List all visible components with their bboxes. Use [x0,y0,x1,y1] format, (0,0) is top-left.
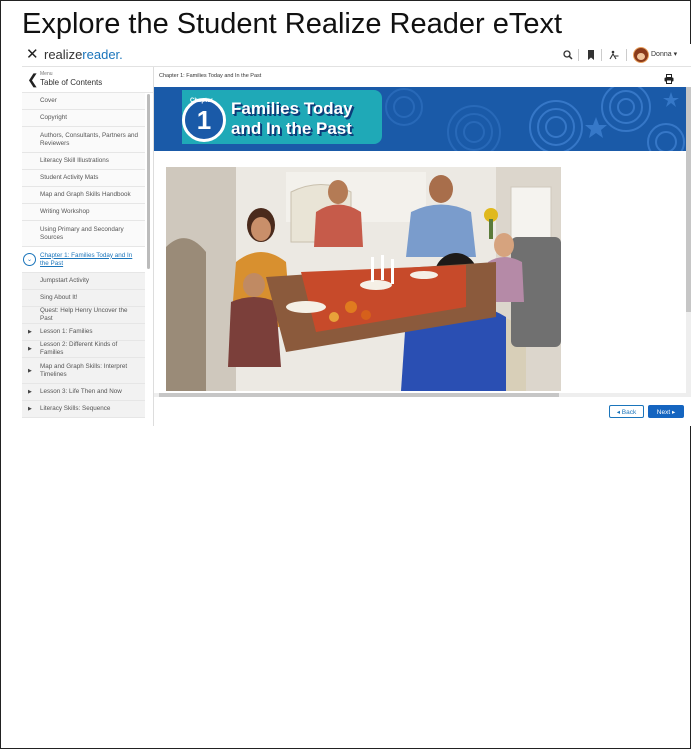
toc-item-label: Writing Workshop [40,208,90,215]
toc-item-label: Copyright [40,114,67,121]
toc-item-label: Cover [40,97,57,104]
menu-label: Menu [40,71,53,77]
toc-item-sing-about-it[interactable]: Sing About It! [22,290,145,307]
toc-item-label: Student Activity Mats [40,174,99,181]
etext-content: Chapter 1: Families Today and In the Pas… [154,67,691,426]
toc-item-label: Map and Graph Skills Handbook [40,191,131,198]
toc-item-label: Map and Graph Skills: Interpret Timeline… [40,362,128,378]
chapter-title: Families Today and In the Past [231,99,353,139]
chapter-title-line-2: and In the Past [231,119,352,138]
user-menu[interactable]: Donna ▾ [651,50,677,58]
toc-header: ❮ Menu Table of Contents [22,67,153,93]
toc-item-lesson-1[interactable]: ▶ Lesson 1: Families [22,324,145,341]
toc-item-map-graph-timelines[interactable]: ▶ Map and Graph Skills: Interpret Timelin… [22,358,145,384]
close-icon[interactable]: ✕ [26,45,39,65]
toc-item-label: Using Primary and Secondary Sources [40,225,124,241]
toc-item-label: Lesson 3: Life Then and Now [40,388,122,395]
vertical-scrollbar[interactable] [686,87,691,397]
toc-item-lesson-2[interactable]: ▶ Lesson 2: Different Kinds of Families [22,341,145,358]
toc-sidebar: ❮ Menu Table of Contents Cover Copyright… [22,67,154,426]
toc-item-map-graph-handbook[interactable]: Map and Graph Skills Handbook [22,187,145,204]
expand-triangle-icon[interactable]: ▶ [28,388,32,396]
horizontal-scroll-thumb[interactable] [159,393,559,397]
toc-item-chapter-1[interactable]: ⌄ Chapter 1: Families Today and In the P… [22,247,145,273]
toc-item-label: Authors, Consultants, Partners and Revie… [40,131,139,147]
horizontal-scrollbar[interactable] [154,393,686,397]
toc-item-label: Jumpstart Activity [40,277,89,284]
toolbar-divider [601,49,602,61]
toc-item-lesson-3[interactable]: ▶ Lesson 3: Life Then and Now [22,384,145,401]
slide-title: Explore the Student Realize Reader eText [22,8,563,40]
breadcrumb: Chapter 1: Families Today and In the Pas… [159,73,262,79]
sidebar-scrollbar[interactable] [147,94,150,269]
collapse-chevron-icon[interactable]: ⌄ [23,253,36,266]
expand-triangle-icon[interactable]: ▶ [28,328,32,336]
search-icon[interactable] [560,47,576,63]
accessibility-icon[interactable] [606,47,622,63]
toc-item-authors[interactable]: Authors, Consultants, Partners and Revie… [22,127,145,153]
logo-prefix: realize [44,47,83,62]
next-button[interactable]: Next ▸ [648,405,684,418]
family-dinner-photo [166,167,561,391]
top-bar: ✕ realizereader. Donna ▾ [22,44,691,67]
chapter-title-line-1: Families Today [231,99,353,118]
bookmark-icon[interactable] [583,47,599,63]
expand-triangle-icon[interactable]: ▶ [28,405,32,413]
expand-triangle-icon[interactable]: ▶ [28,345,32,353]
chapter-banner: Chapter 1 Families Today and In the Past [154,87,686,151]
toc-item-copyright[interactable]: Copyright [22,110,145,127]
toc-item-label: Literacy Skill Illustrations [40,157,109,164]
expand-triangle-icon[interactable]: ▶ [28,367,32,375]
toc-item-label: Chapter 1: Families Today and In the Pas… [40,251,133,267]
toc-item-label: Sing About It! [40,294,78,301]
toc-item-label: Literacy Skills: Sequence [40,405,111,412]
swirl-pattern-icon [385,88,501,151]
toc-item-label: Quest: Help Henry Uncover the Past [40,307,128,322]
toc-list: Cover Copyright Authors, Consultants, Pa… [22,93,145,418]
vertical-scroll-thumb[interactable] [686,87,691,312]
logo-suffix: reader. [82,47,123,62]
toc-item-quest[interactable]: Quest: Help Henry Uncover the Past [22,307,145,324]
user-avatar[interactable] [633,47,649,63]
reader-app: ✕ realizereader. Donna ▾ ❮ Menu Table of… [22,44,691,426]
toc-item-label: Lesson 1: Families [40,328,93,335]
toc-item-primary-sources[interactable]: Using Primary and Secondary Sources [22,221,145,247]
toc-item-cover[interactable]: Cover [22,93,145,110]
back-chevron-icon[interactable]: ❮ [27,71,39,88]
back-button[interactable]: ◂ Back [609,405,644,418]
toc-item-activity-mats[interactable]: Student Activity Mats [22,170,145,187]
toc-item-label: Lesson 2: Different Kinds of Families [40,341,118,356]
toc-item-writing-workshop[interactable]: Writing Workshop [22,204,145,221]
toolbar-divider [578,49,579,61]
toc-title: Table of Contents [40,78,103,87]
toolbar-divider [626,49,627,61]
toc-item-literacy-illustrations[interactable]: Literacy Skill Illustrations [22,153,145,170]
chapter-number: 1 [196,105,212,135]
toc-item-jumpstart[interactable]: Jumpstart Activity [22,273,145,290]
swirl-pattern-icon [529,87,685,151]
chapter-label: Chapter [190,98,213,104]
toc-item-literacy-sequence[interactable]: ▶ Literacy Skills: Sequence [22,401,145,418]
realize-reader-logo: realizereader. [44,47,123,63]
